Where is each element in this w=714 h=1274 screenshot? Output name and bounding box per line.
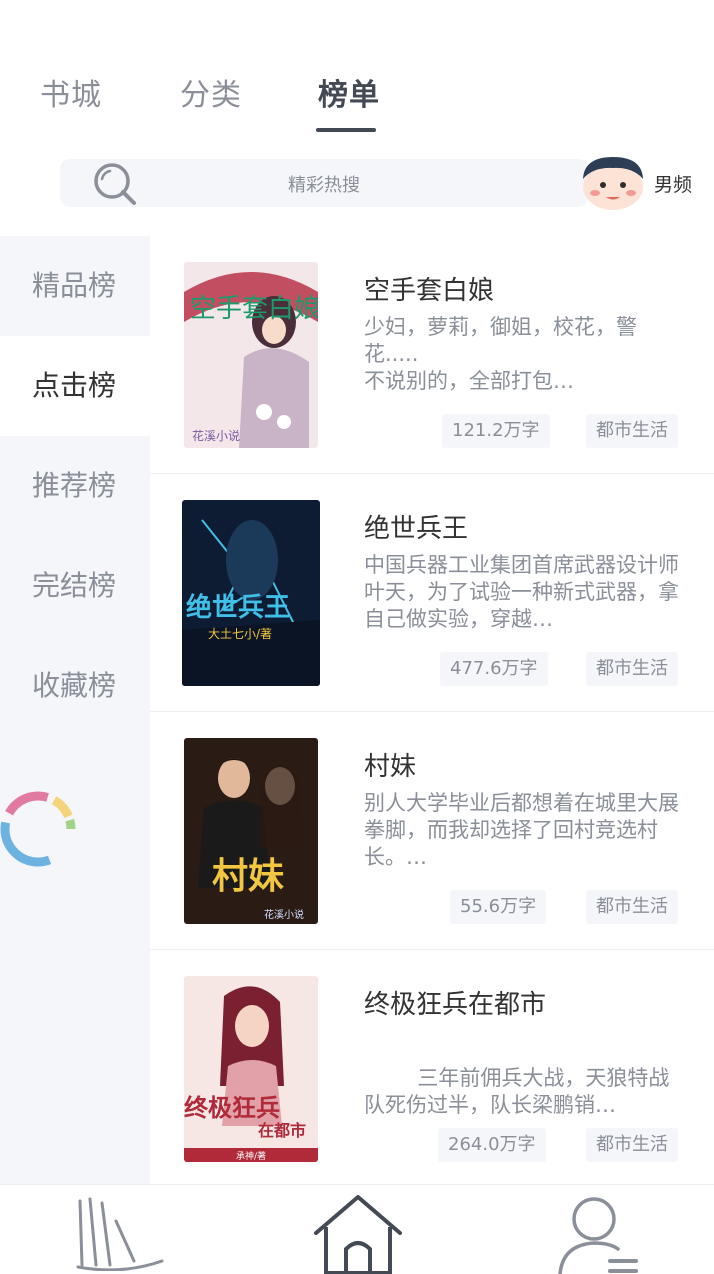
list-item[interactable]: 空手套白娘 花溪小说 空手套白娘 少妇，萝莉，御姐，校花，警花..... 不说别… xyxy=(150,236,714,474)
top-tabs: 书城 分类 榜单 xyxy=(0,70,714,140)
ranking-sidebar: 精品榜 点击榜 推荐榜 完结榜 收藏榜 xyxy=(0,236,150,1184)
sidebar-item-premium[interactable]: 精品榜 xyxy=(0,236,150,336)
book-list: 空手套白娘 花溪小说 空手套白娘 少妇，萝莉，御姐，校花，警花..... 不说别… xyxy=(150,236,714,1184)
bottom-nav xyxy=(0,1184,714,1274)
book-title: 村妹 xyxy=(364,752,417,782)
avatar[interactable] xyxy=(578,155,648,211)
word-count-badge: 264.0万字 xyxy=(438,1128,546,1162)
tab-ranking[interactable]: 榜单 xyxy=(318,70,380,114)
svg-text:村妹: 村妹 xyxy=(212,856,284,897)
book-description: 少妇，萝莉，御姐，校花，警花..... 不说别的，全部打包… xyxy=(364,315,637,393)
svg-text:承神/著: 承神/著 xyxy=(236,1150,266,1162)
book-description: 三年前佣兵大战，天狼特战队死伤过半，队长梁鹏销… xyxy=(364,1066,670,1117)
loading-spinner-icon xyxy=(0,791,76,867)
svg-text:花溪小说: 花溪小说 xyxy=(264,908,304,921)
tab-bookstore[interactable]: 书城 xyxy=(40,70,102,114)
sidebar-item-favorites[interactable]: 收藏榜 xyxy=(0,636,150,736)
book-title: 终极狂兵在都市 xyxy=(364,990,547,1020)
sidebar-item-clicks[interactable]: 点击榜 xyxy=(0,336,150,436)
category-badge: 都市生活 xyxy=(586,890,678,924)
category-badge: 都市生活 xyxy=(586,1128,678,1162)
category-badge: 都市生活 xyxy=(586,652,678,686)
bookshelf-icon[interactable] xyxy=(72,1191,168,1271)
search-bar[interactable]: 精彩热搜 xyxy=(60,159,588,207)
book-description: 别人大学毕业后都想着在城里大展拳脚，而我却选择了回村竞选村长。… xyxy=(364,791,679,869)
book-description: 中国兵器工业集团首席武器设计师叶天，为了试验一种新式武器，拿自己做实验，穿越… xyxy=(364,553,679,631)
svg-text:大土七小/著: 大土七小/著 xyxy=(208,627,272,641)
book-title: 空手套白娘 xyxy=(364,276,495,306)
svg-text:花溪小说: 花溪小说 xyxy=(192,428,240,443)
search-placeholder: 精彩热搜 xyxy=(288,175,360,196)
list-item[interactable]: 终极狂兵 在都市 承神/著 终极狂兵在都市 三年前佣兵大战，天狼特战队死伤过半，… xyxy=(150,950,714,1184)
word-count-badge: 121.2万字 xyxy=(442,414,550,448)
book-cover[interactable]: 空手套白娘 花溪小说 xyxy=(184,262,318,448)
word-count-badge: 55.6万字 xyxy=(450,890,547,924)
svg-text:绝世兵王: 绝世兵王 xyxy=(186,592,290,623)
tab-active-indicator xyxy=(316,128,376,132)
tab-category[interactable]: 分类 xyxy=(180,70,242,114)
app-screen: 书城 分类 榜单 精彩热搜 男频 精品榜 点击榜 推荐榜 完结榜 收藏榜 空手套… xyxy=(0,0,714,1274)
sidebar-item-recommend[interactable]: 推荐榜 xyxy=(0,436,150,536)
gender-switch[interactable]: 男频 xyxy=(654,170,692,197)
svg-text:在都市: 在都市 xyxy=(258,1121,306,1140)
book-cover[interactable]: 绝世兵王 大土七小/著 xyxy=(182,500,320,686)
list-item[interactable]: 村妹 花溪小说 村妹 别人大学毕业后都想着在城里大展拳脚，而我却选择了回村竞选村… xyxy=(150,712,714,950)
category-badge: 都市生活 xyxy=(586,414,678,448)
home-icon[interactable] xyxy=(310,1191,406,1274)
book-title: 绝世兵王 xyxy=(364,514,469,544)
svg-text:终极狂兵: 终极狂兵 xyxy=(184,1094,280,1122)
book-cover[interactable]: 终极狂兵 在都市 承神/著 xyxy=(184,976,318,1162)
word-count-badge: 477.6万字 xyxy=(440,652,548,686)
book-cover[interactable]: 村妹 花溪小说 xyxy=(184,738,318,924)
list-item[interactable]: 绝世兵王 大土七小/著 绝世兵王 中国兵器工业集团首席武器设计师叶天，为了试验一… xyxy=(150,474,714,712)
svg-text:空手套白娘: 空手套白娘 xyxy=(190,294,318,324)
user-icon[interactable] xyxy=(552,1191,642,1274)
sidebar-item-completed[interactable]: 完结榜 xyxy=(0,536,150,636)
